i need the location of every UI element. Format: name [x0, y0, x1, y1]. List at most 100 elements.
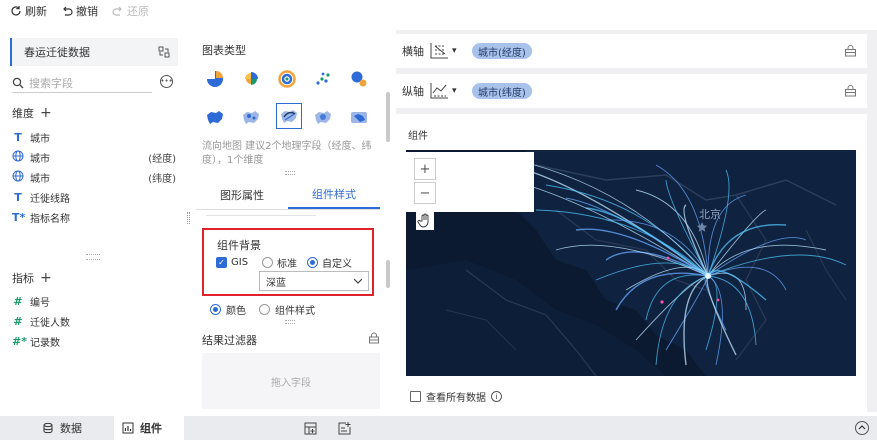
add-dimension-icon[interactable]: + — [40, 106, 52, 120]
flow-map-icon[interactable] — [276, 103, 302, 129]
more-options-icon[interactable]: ••• — [160, 75, 173, 88]
lock-icon[interactable] — [844, 84, 857, 97]
color-radio[interactable] — [210, 304, 221, 315]
pan-hand-icon[interactable] — [416, 212, 434, 230]
divider — [206, 215, 316, 216]
component-background-section: 组件背景 ✓ GIS 标准 自定义 深蓝 — [202, 228, 374, 296]
y-axis-row: 纵轴 ▾ 城市(纬度) — [396, 74, 867, 108]
custom-radio[interactable] — [307, 257, 319, 268]
text-field-icon: T — [14, 130, 22, 144]
field-search[interactable]: 搜索字段 — [12, 73, 152, 93]
add-measure-icon[interactable]: + — [40, 271, 52, 285]
chart-type-title: 图表类型 — [202, 44, 246, 57]
measure-field[interactable]: #* 记录数 — [12, 332, 176, 350]
field-name: 迁徙线路 — [30, 193, 70, 205]
info-icon[interactable]: i — [491, 391, 502, 402]
number-field-icon: # — [13, 294, 23, 308]
view-all-label: 查看所有数据 — [426, 393, 486, 404]
region-map-icon[interactable] — [204, 106, 226, 128]
undo-icon — [63, 6, 73, 16]
refresh-button[interactable]: 刷新 — [10, 3, 47, 19]
filter-drop-zone[interactable]: 拖入字段 — [202, 353, 380, 409]
panel-splitter-handle[interactable] — [86, 254, 100, 260]
style-collapse-handle[interactable] — [285, 320, 295, 324]
view-all-data-row: 查看所有数据 i — [410, 389, 502, 404]
rose-pie-icon[interactable] — [240, 68, 262, 90]
color-mode-row: 颜色 组件样式 — [210, 302, 315, 317]
gis-checkbox[interactable]: ✓ — [216, 257, 227, 268]
x-axis-field-pill[interactable]: 城市(经度) — [472, 43, 532, 59]
caret-down-icon[interactable]: ▾ — [452, 46, 460, 56]
dimensions-title: 维度 — [12, 107, 34, 120]
dimension-field[interactable]: T 迁徙线路 — [12, 188, 176, 206]
refresh-icon — [11, 6, 21, 16]
field-name: 城市 — [30, 153, 50, 165]
calculated-number-field-icon: #* — [12, 334, 27, 348]
redo-label: 还原 — [127, 5, 149, 18]
tab-graphic-properties[interactable]: 图形属性 — [196, 180, 288, 209]
tab-component[interactable]: 组件 — [114, 416, 184, 440]
result-filter-title: 结果过滤器 — [202, 334, 257, 347]
dimension-field[interactable]: 城市 (纬度) — [12, 168, 176, 186]
tab-data[interactable]: 数据 — [34, 416, 90, 440]
measure-field[interactable]: # 编号 — [12, 292, 176, 310]
measure-field[interactable]: # 迁徙人数 — [12, 312, 176, 330]
chart-config-panel: 图表类型 流向地图 建议2个地理字段（经度、纬度），1个维度 图形属性 组件样式… — [192, 30, 392, 412]
component-tab-label: 组件 — [140, 422, 162, 435]
view-all-checkbox[interactable] — [410, 391, 421, 402]
map-city-label: 北京 — [699, 207, 721, 221]
zoom-out-label: − — [419, 185, 431, 201]
chart-type-collapse-handle[interactable] — [285, 171, 295, 175]
x-axis-type-icon[interactable] — [428, 41, 450, 61]
dataset-name: 春运迁徙数据 — [24, 46, 90, 59]
point-map-icon[interactable] — [240, 106, 262, 128]
scatter-chart-icon[interactable] — [312, 68, 334, 90]
bottom-tab-bar: 数据 组件 — [0, 416, 877, 440]
dimension-field[interactable]: T 城市 — [12, 128, 176, 146]
zoom-out-button[interactable]: − — [414, 182, 436, 204]
dimension-field[interactable]: 城市 (经度) — [12, 148, 176, 166]
switch-dataset-icon[interactable] — [158, 46, 170, 58]
dimension-field[interactable]: T* 指标名称 — [12, 208, 176, 226]
y-axis-type-icon[interactable] — [428, 81, 450, 101]
component-style-label: 组件样式 — [275, 306, 315, 317]
globe-icon — [12, 150, 24, 165]
lock-icon[interactable] — [844, 44, 857, 57]
chart-type-scrollbar[interactable] — [386, 92, 390, 142]
lock-icon[interactable] — [368, 332, 380, 344]
multi-ring-icon[interactable] — [276, 68, 298, 90]
zoom-in-button[interactable]: + — [414, 158, 436, 180]
flow-map[interactable]: 北京 + − — [406, 150, 856, 376]
gis-options-row: ✓ GIS 标准 自定义 — [216, 255, 352, 270]
standard-radio[interactable] — [262, 257, 274, 268]
heat-map-icon[interactable] — [312, 106, 334, 128]
collapse-up-icon[interactable] — [855, 421, 869, 435]
select-value: 深蓝 — [266, 277, 286, 289]
measures-header: 指标 + — [12, 270, 52, 286]
background-style-select[interactable]: 深蓝 — [259, 271, 369, 291]
style-scrollbar[interactable] — [386, 260, 390, 288]
caret-down-icon[interactable]: ▾ — [452, 86, 460, 96]
standard-label: 标准 — [277, 259, 298, 270]
tab-component-style[interactable]: 组件样式 — [288, 180, 380, 209]
add-component-icon[interactable] — [338, 422, 351, 435]
bubble-chart-icon[interactable] — [348, 68, 370, 90]
field-name: 记录数 — [30, 337, 60, 349]
search-placeholder: 搜索字段 — [29, 76, 73, 90]
chart-area: 横轴 ▾ 城市(经度) 纵轴 ▾ 城市(纬度) 组件 北京 + − 查看所有数据… — [396, 30, 877, 412]
color-label: 颜色 — [226, 306, 246, 317]
component-style-radio[interactable] — [259, 304, 270, 315]
pill-label: 城市(经度) — [478, 47, 526, 59]
globe-icon — [12, 170, 24, 185]
y-axis-field-pill[interactable]: 城市(纬度) — [472, 83, 532, 99]
undo-button[interactable]: 撤销 — [61, 3, 98, 19]
x-axis-label: 横轴 — [402, 45, 424, 58]
redo-button[interactable]: 还原 — [112, 3, 149, 19]
dataset-selector[interactable]: 春运迁徙数据 — [10, 38, 178, 66]
left-resize-handle[interactable] — [187, 212, 190, 224]
density-map-icon[interactable] — [348, 106, 370, 128]
hub-point — [705, 273, 711, 279]
add-dashboard-icon[interactable] — [304, 422, 317, 435]
text-field-icon: T — [14, 190, 22, 204]
pie-chart-icon[interactable] — [204, 68, 226, 90]
